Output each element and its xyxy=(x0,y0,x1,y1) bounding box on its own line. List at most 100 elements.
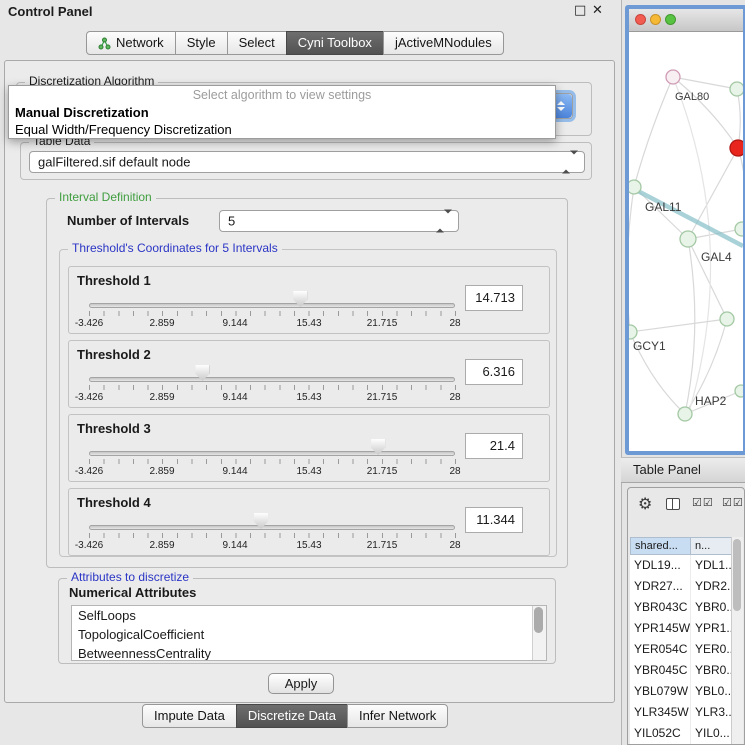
threshold-value-field[interactable]: 21.4 xyxy=(465,433,523,459)
network-icon xyxy=(98,37,111,50)
slider-track[interactable] xyxy=(89,525,455,530)
column-header-name[interactable]: n... xyxy=(691,537,736,555)
top-tab-bar: Network Style Select Cyni Toolbox jActiv… xyxy=(86,31,504,55)
network-node[interactable] xyxy=(735,385,743,397)
interval-definition-group: Interval Definition Number of Intervals … xyxy=(46,198,568,568)
tick-label: 2.859 xyxy=(149,540,174,551)
list-scrollbar[interactable] xyxy=(532,606,546,660)
threshold-label: Threshold 4 xyxy=(77,495,151,510)
network-view-window[interactable]: GAL80 GAL11 GAL4 GCY1 HAP2 xyxy=(625,5,745,455)
number-of-intervals-value: 5 xyxy=(228,214,235,229)
network-node[interactable] xyxy=(735,222,743,236)
tick-label: 21.715 xyxy=(367,466,398,477)
table-row[interactable]: YBR043CYBR0... xyxy=(630,597,736,618)
table-row[interactable]: YBR045CYBR0... xyxy=(630,660,736,681)
cell-shared-name: YDR27... xyxy=(630,576,691,597)
tab-select[interactable]: Select xyxy=(227,31,287,55)
slider-ticks xyxy=(89,533,456,538)
threshold-value-field[interactable]: 11.344 xyxy=(465,507,523,533)
unselect-all-checkboxes-icon[interactable]: ☑☑ xyxy=(722,496,744,509)
table-row[interactable]: YPR145WYPR1... xyxy=(630,618,736,639)
list-item[interactable]: BetweennessCentrality xyxy=(72,644,546,661)
dropdown-option-manual[interactable]: Manual Discretization xyxy=(9,104,555,121)
screen: Control Panel □ ✕ Network Style Select C… xyxy=(0,0,745,745)
select-all-checkboxes-icon[interactable]: ☑☑ xyxy=(692,496,714,509)
table-row[interactable]: YBL079WYBL0... xyxy=(630,681,736,702)
table-row[interactable]: YER054CYER0... xyxy=(630,639,736,660)
network-node[interactable] xyxy=(680,231,696,247)
list-item[interactable]: TopologicalCoefficient xyxy=(72,625,546,644)
table-row[interactable]: YIL052CYIL0... xyxy=(630,723,736,744)
close-icon[interactable]: ✕ xyxy=(592,3,603,18)
cell-name: YIL0... xyxy=(691,723,736,744)
network-node[interactable] xyxy=(629,325,637,339)
threshold-panel-1: Threshold 1 -3.426 2.859 9.144 15.43 21.… xyxy=(68,266,550,334)
table-data-value: galFiltered.sif default node xyxy=(38,155,190,170)
scrollbar-thumb[interactable] xyxy=(733,539,741,611)
network-canvas[interactable]: GAL80 GAL11 GAL4 GCY1 HAP2 xyxy=(629,32,743,451)
tab-jactivemodules[interactable]: jActiveMNodules xyxy=(383,31,504,55)
table-data-combobox[interactable]: galFiltered.sif default node xyxy=(29,151,585,173)
list-item[interactable]: SelfLoops xyxy=(72,606,546,625)
tick-label: 15.43 xyxy=(296,466,321,477)
tick-label: 15.43 xyxy=(296,540,321,551)
cell-name: YER0... xyxy=(691,639,736,660)
slider-track[interactable] xyxy=(89,377,455,382)
slider-ticks xyxy=(89,311,456,316)
scrollbar-thumb[interactable] xyxy=(534,607,543,633)
threshold-label: Threshold 1 xyxy=(77,273,151,288)
column-header-shared-name[interactable]: shared... xyxy=(630,537,691,555)
cell-name: YBR0... xyxy=(691,660,736,681)
table-row[interactable]: YDL19...YDL1... xyxy=(630,555,736,576)
node-label: GAL4 xyxy=(701,250,732,264)
tab-discretize-data[interactable]: Discretize Data xyxy=(236,704,348,728)
network-node[interactable] xyxy=(678,407,692,421)
algorithm-dropdown-popup: Select algorithm to view settings Manual… xyxy=(8,85,556,139)
tab-impute-data[interactable]: Impute Data xyxy=(142,704,237,728)
tick-label: 2.859 xyxy=(149,466,174,477)
network-node[interactable] xyxy=(730,82,743,96)
gear-icon[interactable]: ⚙ xyxy=(638,494,652,513)
selected-red-node[interactable] xyxy=(730,140,743,156)
number-of-intervals-combobox[interactable]: 5 xyxy=(219,210,459,232)
network-node[interactable] xyxy=(666,70,680,84)
table-row[interactable]: YLR345WYLR3... xyxy=(630,702,736,723)
slider-track[interactable] xyxy=(89,451,455,456)
threshold-value-field[interactable]: 14.713 xyxy=(465,285,523,311)
minimize-traffic-light-icon[interactable] xyxy=(650,14,661,25)
zoom-traffic-light-icon[interactable] xyxy=(665,14,676,25)
table-scrollbar[interactable] xyxy=(731,537,743,744)
tick-label: 15.43 xyxy=(296,318,321,329)
number-of-intervals-label: Number of Intervals xyxy=(67,213,189,228)
dropdown-placeholder-option[interactable]: Select algorithm to view settings xyxy=(9,86,555,104)
cell-shared-name: YER054C xyxy=(630,639,691,660)
table-toolbar: ⚙ ☑☑ ☑☑ xyxy=(628,488,744,528)
node-label: GCY1 xyxy=(633,339,666,353)
dropdown-option-equal-width[interactable]: Equal Width/Frequency Discretization xyxy=(9,121,555,138)
slider-track[interactable] xyxy=(89,303,455,308)
network-node[interactable] xyxy=(629,180,641,194)
numerical-attributes-list: SelfLoops TopologicalCoefficient Between… xyxy=(71,605,547,661)
tab-discretize-data-label: Discretize Data xyxy=(248,705,336,727)
tick-label: 9.144 xyxy=(222,540,247,551)
threshold-value-field[interactable]: 6.316 xyxy=(465,359,523,385)
tab-infer-network[interactable]: Infer Network xyxy=(347,704,448,728)
numerical-attributes-label: Numerical Attributes xyxy=(69,585,196,600)
tick-label: -3.426 xyxy=(75,466,103,477)
threshold-label: Threshold 3 xyxy=(77,421,151,436)
tab-network[interactable]: Network xyxy=(86,31,176,55)
columns-icon[interactable] xyxy=(666,498,680,510)
table-row[interactable]: YDR27...YDR2... xyxy=(630,576,736,597)
slider-ticks xyxy=(89,459,456,464)
tab-cyni-toolbox-label: Cyni Toolbox xyxy=(298,32,372,54)
slider-ticks xyxy=(89,385,456,390)
tab-style[interactable]: Style xyxy=(175,31,228,55)
apply-button[interactable]: Apply xyxy=(268,673,334,694)
table-panel-window: ⚙ ☑☑ ☑☑ shared... n... YDL19...YDL1... Y… xyxy=(627,487,745,745)
tab-cyni-toolbox[interactable]: Cyni Toolbox xyxy=(286,31,384,55)
network-node[interactable] xyxy=(720,312,734,326)
tick-label: -3.426 xyxy=(75,540,103,551)
float-window-icon[interactable]: □ xyxy=(574,3,586,18)
cell-name: YLR3... xyxy=(691,702,736,723)
close-traffic-light-icon[interactable] xyxy=(635,14,646,25)
